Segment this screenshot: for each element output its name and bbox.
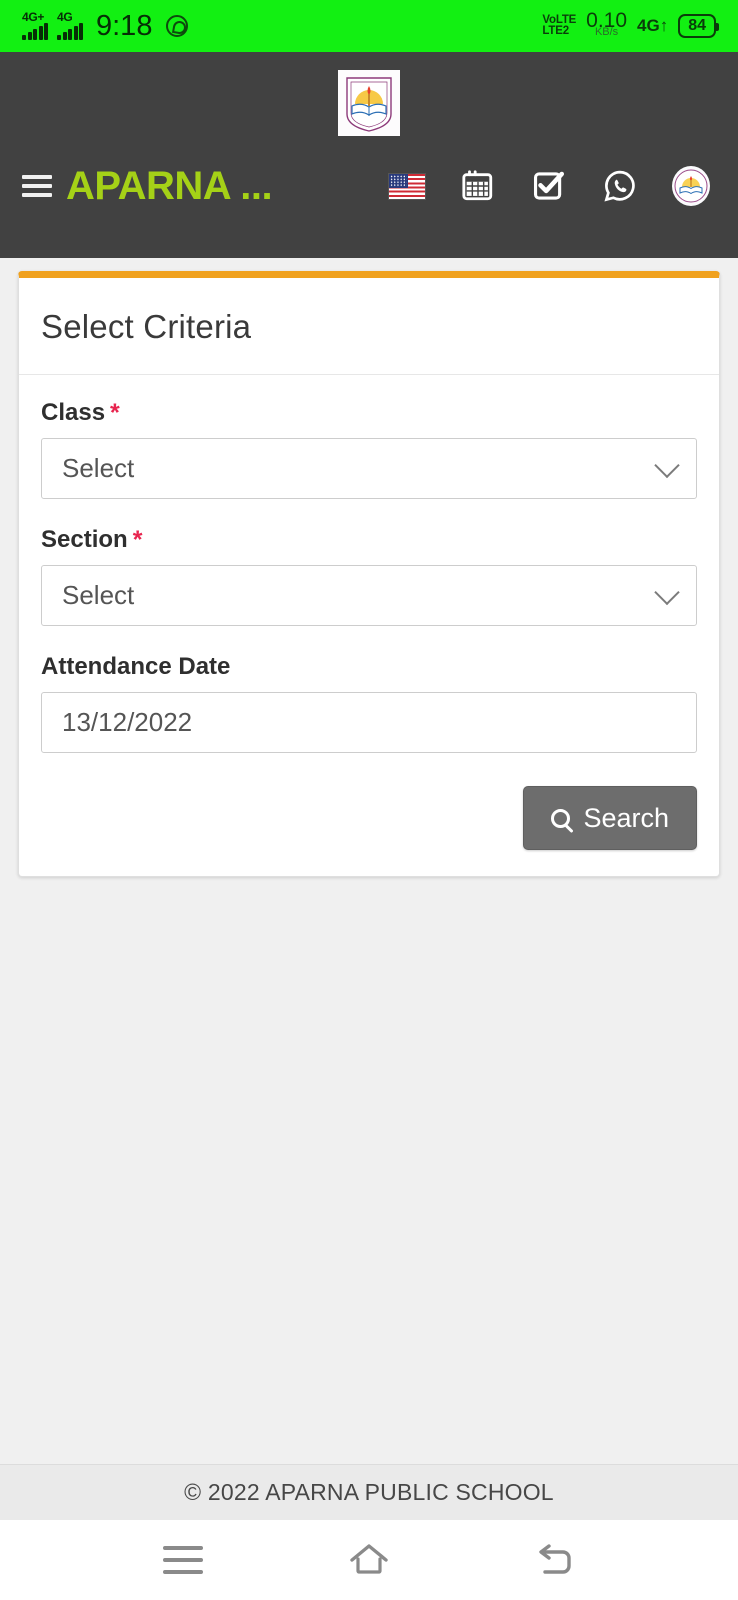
section-field-group: Section * Select: [41, 526, 697, 626]
signal-bars-1: [22, 23, 48, 40]
calendar-button[interactable]: [459, 167, 497, 205]
volte-line-2: LTE2: [542, 25, 569, 37]
recents-button[interactable]: [153, 1537, 213, 1583]
flag-icon: [388, 172, 426, 200]
class-label: Class *: [41, 399, 697, 427]
section-dropdown[interactable]: Select: [41, 565, 697, 626]
android-navigation-bar: [0, 1520, 738, 1600]
profile-button[interactable]: [672, 166, 710, 206]
network-type-1-label: 4G+: [22, 10, 45, 24]
back-icon: [539, 1544, 571, 1574]
calendar-icon: [462, 170, 493, 201]
status-bar-right: VoLTE LTE2 0.10 KB/s 4G↑ 84: [542, 10, 719, 40]
class-label-text: Class: [41, 399, 106, 426]
home-icon: [350, 1544, 388, 1574]
chevron-down-icon: [654, 452, 680, 478]
class-field-group: Class * Select: [41, 399, 697, 499]
page-body: Select Criteria Class * Select Section *…: [0, 258, 738, 1520]
required-marker: *: [132, 526, 143, 554]
whatsapp-notification-icon: [166, 15, 189, 37]
status-bar-left: 4G+ 4G 9:18: [22, 9, 189, 43]
app-header: APARNA ...: [0, 52, 738, 258]
class-dropdown-value: Select: [62, 453, 135, 483]
header-nav-row: APARNA ...: [0, 158, 738, 214]
whatsapp-icon: [604, 170, 635, 202]
checkbox-icon: [533, 171, 565, 200]
attendance-date-label: Attendance Date: [41, 653, 697, 681]
back-button[interactable]: [525, 1537, 585, 1583]
class-dropdown[interactable]: Select: [41, 438, 697, 499]
recents-icon: [163, 1546, 203, 1574]
avatar: [672, 166, 710, 206]
select-criteria-card: Select Criteria Class * Select Section *…: [18, 271, 720, 877]
brand-title: APARNA ...: [66, 164, 273, 208]
attendance-date-label-text: Attendance Date: [41, 653, 231, 680]
school-logo: [338, 70, 400, 136]
search-button[interactable]: Search: [523, 786, 697, 850]
signal-indicator-1: 4G+: [22, 10, 48, 40]
content-area: Select Criteria Class * Select Section *…: [0, 258, 738, 1464]
section-dropdown-value: Select: [62, 580, 135, 610]
brand-area: APARNA ...: [22, 164, 273, 208]
home-button[interactable]: [339, 1537, 399, 1583]
header-icons: [388, 166, 716, 206]
volte-indicator: VoLTE LTE2: [542, 14, 576, 37]
search-button-label: Search: [583, 802, 669, 833]
whatsapp-button[interactable]: [601, 167, 639, 205]
clock-time: 9:18: [96, 9, 153, 42]
language-flag-button[interactable]: [388, 167, 426, 205]
page-title: Select Criteria: [41, 308, 252, 345]
required-marker: *: [110, 399, 120, 427]
phone-screen: 4G+ 4G 9:18 VoLTE LTE2 0.10 KB/s 4G↑ 84: [0, 0, 738, 1600]
menu-button[interactable]: [22, 175, 52, 197]
data-speed-unit: KB/s: [594, 25, 619, 38]
page-footer: © 2022 APARNA PUBLIC SCHOOL: [0, 1464, 738, 1520]
school-crest-icon: [346, 77, 392, 132]
card-header: Select Criteria: [19, 278, 719, 375]
avatar-crest-icon: [674, 169, 708, 203]
battery-indicator: 84: [678, 14, 719, 38]
chevron-down-icon: [654, 579, 680, 605]
card-body: Class * Select Section * Select Attendan…: [19, 375, 719, 876]
search-icon: [551, 808, 571, 828]
network-right-label: 4G↑: [637, 16, 669, 35]
signal-indicator-2: 4G: [57, 10, 83, 40]
attendance-checkbox-button[interactable]: [530, 167, 568, 205]
status-bar: 4G+ 4G 9:18 VoLTE LTE2 0.10 KB/s 4G↑ 84: [0, 0, 738, 52]
copyright-text: © 2022 APARNA PUBLIC SCHOOL: [184, 1479, 554, 1505]
attendance-date-input[interactable]: 13/12/2022: [41, 692, 697, 753]
section-label-text: Section: [41, 526, 128, 553]
section-label: Section *: [41, 526, 697, 554]
data-speed-indicator: 0.10 KB/s: [586, 10, 627, 40]
signal-bars-2: [57, 23, 83, 40]
button-row: Search: [41, 780, 697, 850]
attendance-date-value: 13/12/2022: [62, 707, 193, 737]
network-type-2-label: 4G: [57, 10, 73, 24]
attendance-date-field-group: Attendance Date 13/12/2022: [41, 653, 697, 753]
